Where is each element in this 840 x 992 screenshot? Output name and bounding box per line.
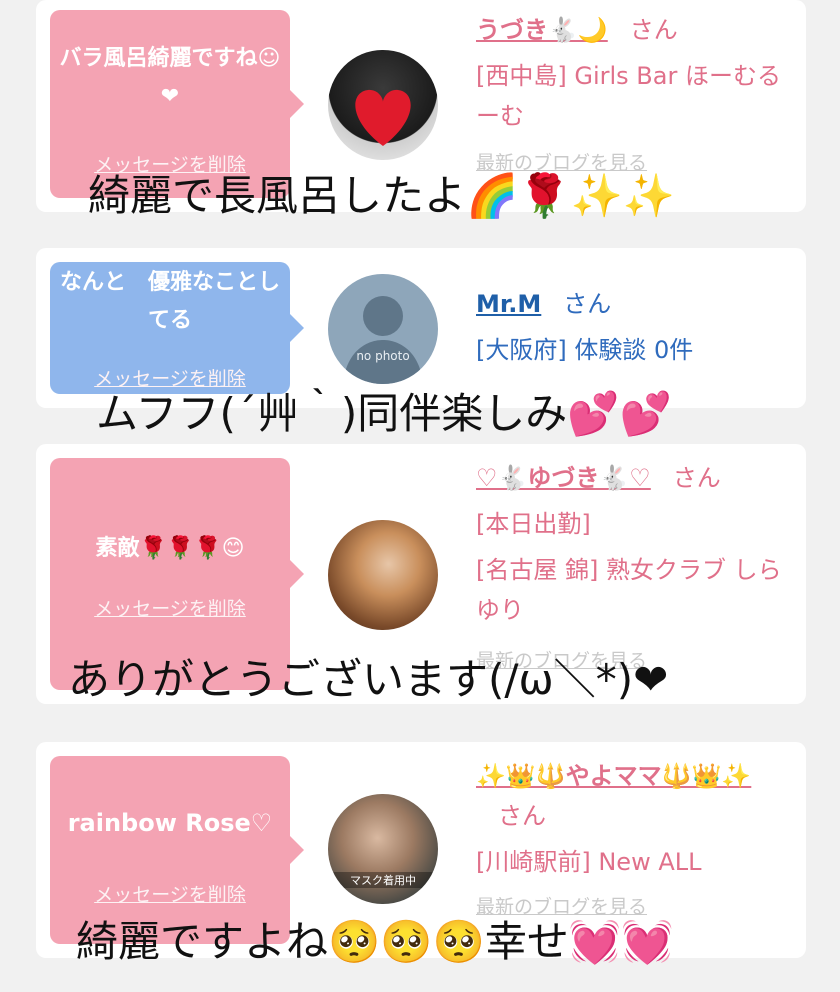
profile-info: ✨👑🔱やよママ🔱👑✨さん [川崎駅前] New ALL 最新のブログを見る [476, 756, 786, 919]
profile-detail: [名古屋 錦] 熟女クラブ しらゆり [476, 556, 782, 624]
message-text: rainbow Rose♡ [67, 809, 273, 837]
message-text: なんと 優雅なことしてる [59, 270, 280, 333]
avatar-caption: マスク着用中 [350, 873, 416, 887]
honorific: さん [629, 16, 678, 44]
caption-overlay: ムフフ(´艸｀)同伴楽しみ💕💕 [96, 389, 672, 438]
profile-detail: [西中島] Girls Bar ほーむるーむ [476, 62, 781, 130]
message-bubble: なんと 優雅なことしてる メッセージを削除 [50, 262, 304, 394]
avatar[interactable]: no photo [328, 274, 438, 384]
profile-info: Mr.M さん [大阪府] 体験談 0件 [476, 284, 786, 370]
profile-name-link[interactable]: ♡🐇ゆづき🐇♡ [476, 464, 651, 492]
profile-detail: [本日出勤] [476, 510, 591, 538]
honorific: さん [563, 290, 612, 318]
profile-detail: [大阪府] 体験談 0件 [476, 336, 694, 364]
avatar[interactable]: マスク着用中 [328, 794, 438, 904]
caption-overlay: 綺麗ですよね🥺🥺🥺幸せ💓💓 [76, 917, 674, 966]
delete-message-link[interactable]: メッセージを削除 [50, 594, 290, 621]
avatar[interactable] [328, 50, 438, 160]
profile-name-link[interactable]: うづき🐇🌙 [476, 16, 608, 44]
profile-name-link[interactable]: ✨👑🔱やよママ🔱👑✨ [476, 762, 751, 790]
delete-message-link[interactable]: メッセージを削除 [50, 880, 290, 907]
message-text: バラ風呂綺麗ですね☺❤ [59, 46, 281, 109]
honorific: さん [672, 464, 721, 492]
caption-overlay: 綺麗で長風呂したよ🌈🌹✨✨ [88, 171, 676, 220]
honorific: さん [498, 802, 546, 830]
profile-info: ♡🐇ゆづき🐇♡ さん [本日出勤] [名古屋 錦] 熟女クラブ しらゆり 最新のブ… [476, 458, 786, 673]
avatar[interactable] [328, 520, 438, 630]
profile-name-link[interactable]: Mr.M [476, 290, 541, 318]
no-photo-caption: no photo [356, 349, 409, 363]
profile-detail: [川崎駅前] New ALL [476, 848, 702, 876]
mask-caption-strip: マスク着用中 [328, 872, 438, 888]
heart-sticker-icon [355, 89, 411, 146]
no-photo-icon: no photo [343, 296, 423, 384]
message-text: 素敵🌹🌹🌹😊 [95, 536, 245, 561]
caption-overlay: ありがとうございます(/ω＼*)❤ [68, 655, 669, 704]
profile-info: うづき🐇🌙 さん [西中島] Girls Bar ほーむるーむ 最新のブログを見る [476, 10, 786, 175]
